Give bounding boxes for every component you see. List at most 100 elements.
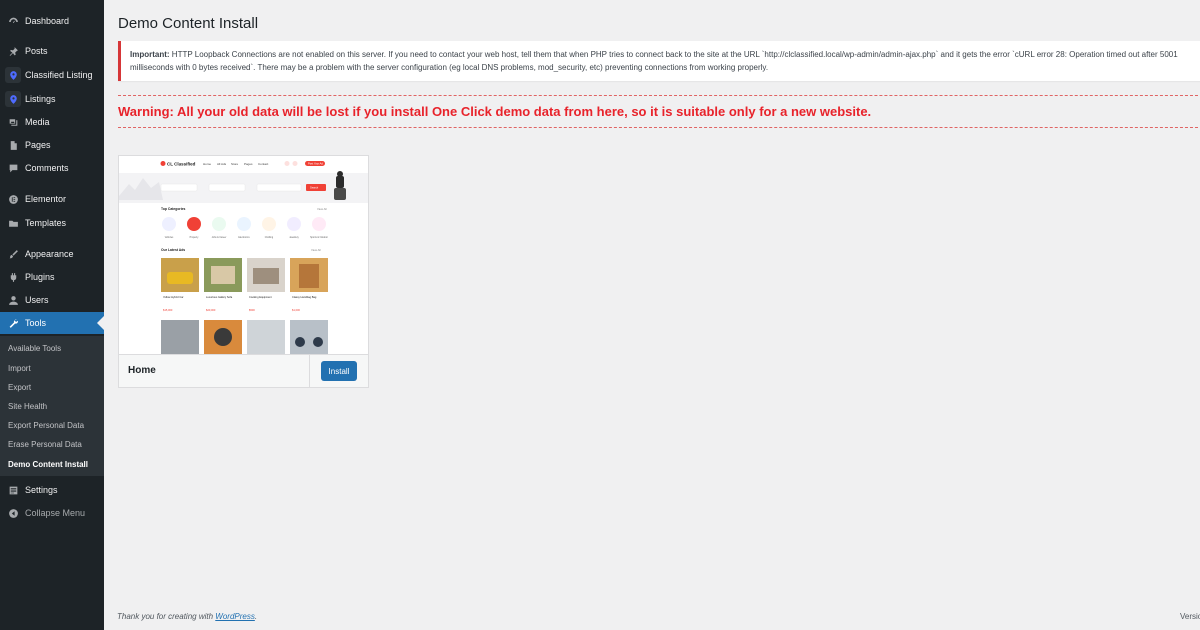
preview-latest-link: View All	[311, 248, 321, 252]
preview-category: Clothing	[265, 236, 274, 239]
preview-categories-link: View All	[317, 207, 327, 211]
preview-ad-title: Luxurious Gallery Sofa	[206, 295, 233, 299]
menu-label: Posts	[25, 46, 48, 56]
preview-ad-title: Yellow Hybrid Car	[163, 295, 184, 299]
menu-label: Templates	[25, 218, 67, 228]
page-title: Demo Content Install	[118, 15, 259, 32]
media-icon	[5, 114, 21, 130]
preview-ad-title: Classy Handbag Bag	[292, 295, 317, 299]
page-icon	[5, 137, 21, 153]
menu-label: Classified Listing	[25, 70, 93, 80]
preview-ad-price: $1,000	[292, 308, 300, 312]
menu-appearance[interactable]: Appearance	[0, 243, 104, 265]
preview-category: Property	[190, 236, 200, 239]
loopback-notice: Important: HTTP Loopback Connections are…	[118, 41, 1200, 81]
user-icon	[5, 292, 21, 308]
preview-category: Jewellery	[289, 236, 299, 239]
warning-message: Warning: All your old data will be lost …	[118, 104, 872, 119]
menu-label: Plugins	[25, 272, 55, 282]
preview-ad-title: Cooking Equipment	[249, 295, 272, 299]
preview-ad-price: $500	[249, 308, 255, 312]
preview-post-button: Post Your Ad	[308, 162, 323, 166]
preview-category: Jobs & Career	[212, 236, 227, 239]
submenu-site-health[interactable]: Site Health	[8, 402, 47, 411]
demo-name: Home	[128, 365, 156, 376]
menu-posts[interactable]: Posts	[0, 40, 104, 62]
notice-text: HTTP Loopback Connections are not enable…	[130, 50, 1178, 72]
preview-category: Vehicles	[165, 237, 174, 239]
menu-label: Tools	[25, 318, 47, 328]
location-pin-icon	[5, 67, 21, 83]
pin-icon	[5, 43, 21, 59]
submenu-erase-personal-data[interactable]: Erase Personal Data	[8, 440, 82, 449]
menu-settings[interactable]: Settings	[0, 479, 104, 501]
preview-ad-price: $15,000	[163, 308, 173, 312]
plugin-icon	[5, 269, 21, 285]
brush-icon	[5, 246, 21, 262]
warning-divider-top	[118, 95, 1200, 96]
footer-divider	[309, 355, 310, 387]
demo-card-footer: Home Install	[119, 354, 368, 387]
wordpress-link[interactable]: WordPress	[215, 612, 255, 621]
preview-nav-item: Store	[231, 162, 239, 166]
menu-label: Comments	[25, 163, 69, 173]
elementor-icon	[5, 191, 21, 207]
menu-comments[interactable]: Comments	[0, 157, 104, 179]
submenu-demo-content-install[interactable]: Demo Content Install	[8, 460, 88, 469]
menu-dashboard[interactable]: Dashboard	[0, 10, 104, 32]
menu-plugins[interactable]: Plugins	[0, 266, 104, 288]
warning-divider-bottom	[118, 127, 1200, 128]
brand-logo-icon	[160, 161, 166, 166]
footer-thanks-text: Thank you for creating with	[117, 612, 216, 621]
preview-brand: CL Classified	[167, 162, 196, 167]
preview-categories-heading: Top Categories	[161, 207, 186, 211]
admin-footer-thanks: Thank you for creating with WordPress.	[117, 612, 257, 621]
preview-ad-price: $20,000	[206, 308, 216, 312]
menu-elementor[interactable]: Elementor	[0, 188, 104, 210]
preview-nav-item: All Ads	[217, 162, 227, 166]
folder-icon	[5, 215, 21, 231]
menu-templates[interactable]: Templates	[0, 212, 104, 234]
preview-category: Sports & Outdoor	[310, 236, 328, 239]
submenu-export[interactable]: Export	[8, 383, 31, 392]
menu-label: Elementor	[25, 194, 67, 204]
menu-label: Dashboard	[25, 16, 70, 26]
demo-card: CL Classified Home All Ads Store Pages C…	[118, 155, 369, 388]
submenu-export-personal-data[interactable]: Export Personal Data	[8, 421, 84, 430]
comment-icon	[5, 160, 21, 176]
menu-label: Media	[25, 117, 50, 127]
preview-nav-item: Contact	[258, 162, 269, 166]
menu-classified-listing[interactable]: Classified Listing	[0, 64, 104, 86]
menu-label: Listings	[25, 94, 56, 104]
preview-search-button: Search	[310, 186, 319, 190]
dashboard-icon	[5, 13, 21, 29]
menu-label: Users	[25, 295, 49, 305]
settings-icon	[5, 482, 21, 498]
preview-category: Electronics	[238, 236, 250, 239]
menu-label: Settings	[25, 485, 58, 495]
menu-label: Collapse Menu	[25, 508, 86, 518]
preview-nav-item: Pages	[244, 162, 253, 166]
menu-media[interactable]: Media	[0, 111, 104, 133]
tools-submenu: Available Tools Import Export Site Healt…	[0, 336, 104, 476]
wrench-icon	[5, 315, 21, 331]
menu-users[interactable]: Users	[0, 289, 104, 311]
preview-latest-heading: Our Latest Ads	[161, 248, 185, 252]
footer-thanks-end: .	[254, 612, 258, 621]
menu-tools[interactable]: Tools	[0, 312, 104, 334]
admin-sidebar: Dashboard Posts Classified Listing Listi…	[0, 0, 104, 630]
submenu-available-tools[interactable]: Available Tools	[8, 344, 61, 353]
collapse-icon	[5, 505, 21, 521]
location-pin-icon	[5, 91, 21, 107]
menu-pages[interactable]: Pages	[0, 134, 104, 156]
collapse-menu-button[interactable]: Collapse Menu	[0, 502, 104, 524]
preview-nav-item: Home	[203, 162, 211, 166]
notice-strong: Important:	[130, 50, 170, 59]
submenu-import[interactable]: Import	[8, 364, 31, 373]
menu-listings[interactable]: Listings	[0, 88, 104, 110]
menu-label: Appearance	[25, 249, 74, 259]
install-button[interactable]: Install	[321, 361, 357, 381]
menu-label: Pages	[25, 140, 51, 150]
footer-version: Version	[1180, 612, 1200, 621]
demo-preview-image: CL Classified Home All Ads Store Pages C…	[119, 156, 368, 354]
